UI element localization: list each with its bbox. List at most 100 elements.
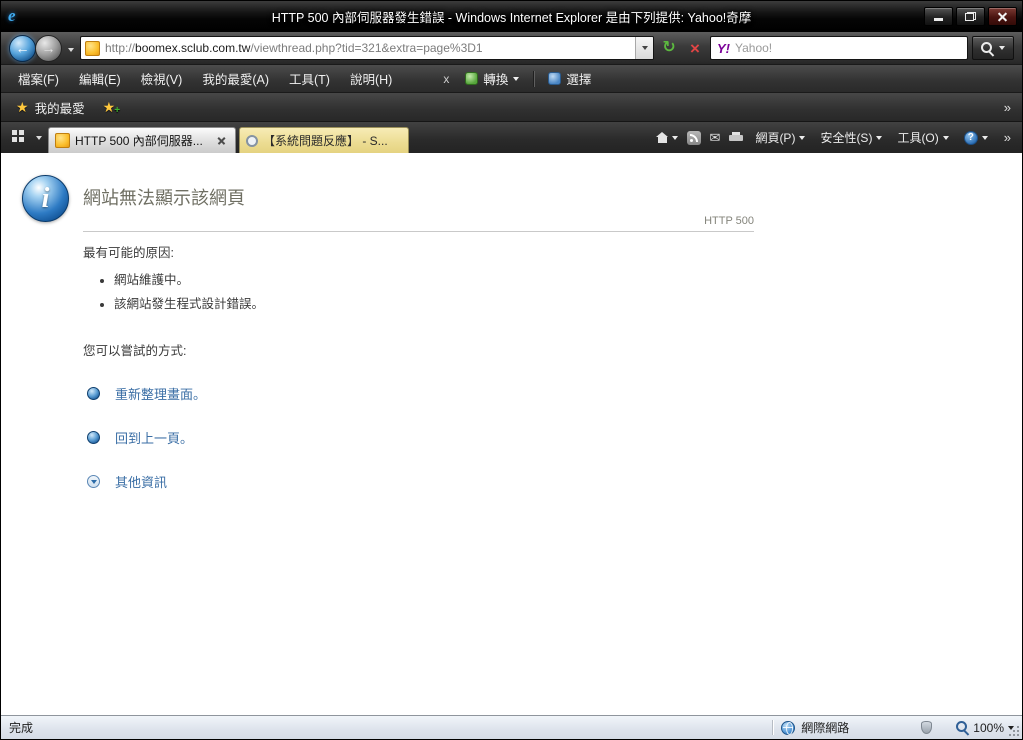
convert-button[interactable]: 轉換 [457,66,527,91]
safety-menu-button[interactable]: 安全性(S) [817,127,885,148]
add-favorite-button[interactable]: ★ + [97,97,122,118]
address-url: http://boomex.sclub.com.tw/viewthread.ph… [105,41,483,55]
window-title: HTTP 500 內部伺服器發生錯誤 - Windows Internet Ex… [1,7,1022,26]
refresh-page-link[interactable]: 重新整理畫面。 [115,384,206,403]
error-page: 網站無法顯示該網頁 HTTP 500 最有可能的原因: 網站維護中。 該網站發生… [83,153,754,491]
tools-menu-button[interactable]: 工具(O) [894,127,951,148]
chevron-down-icon [672,136,678,140]
expand-chevron-icon [87,475,100,488]
restore-icon [965,12,976,21]
favorites-bar: ★ 我的最愛 ★ + » [1,92,1022,121]
menu-view[interactable]: 檢視(V) [132,66,192,91]
minimize-button[interactable] [924,7,953,26]
http-status-code: HTTP 500 [83,215,754,227]
zone-label: 網際網路 [801,719,849,736]
chevron-down-icon [68,48,74,52]
help-icon: ? [964,131,978,145]
cause-item: 網站維護中。 [114,269,754,288]
recent-pages-dropdown[interactable] [66,39,76,57]
page-content: i 網站無法顯示該網頁 HTTP 500 最有可能的原因: 網站維護中。 該網站… [1,153,1022,715]
cause-item: 該網站發生程式設計錯誤。 [114,293,754,312]
zoom-icon [956,721,969,734]
tab-favicon-icon [246,135,258,147]
chevron-down-icon [982,136,988,140]
home-button[interactable] [656,132,678,143]
search-icon [981,42,994,55]
stop-icon: × [690,40,700,57]
help-menu-button[interactable]: ? [961,129,991,147]
print-button[interactable] [729,132,743,143]
url-domain: boomex.sclub.com.tw [135,41,250,55]
go-back-link[interactable]: 回到上一頁。 [115,428,193,447]
favorites-star-icon: ★ [16,100,29,114]
command-bar: ✉ 網頁(P) 安全性(S) 工具(O) ? » [656,122,1017,153]
quick-tabs-button[interactable] [6,126,30,150]
rss-icon [687,131,701,145]
chevron-down-icon [876,136,882,140]
chevron-down-icon [36,136,42,140]
error-heading: 網站無法顯示該網頁 [83,187,754,209]
printer-icon [729,132,743,143]
back-orb-icon [87,431,100,444]
zoom-control[interactable]: 100% [956,721,1014,735]
refresh-orb-icon [87,387,100,400]
tab-close-button[interactable] [214,133,229,148]
safety-menu-label: 安全性(S) [820,129,872,146]
info-icon: i [22,175,69,222]
tab-http500[interactable]: HTTP 500 內部伺服器... [48,127,236,153]
page-menu-button[interactable]: 網頁(P) [752,127,808,148]
close-button[interactable] [988,7,1017,26]
select-icon [548,72,561,85]
chevron-down-icon [943,136,949,140]
security-zone: 網際網路 [781,719,849,736]
address-bar[interactable]: http://boomex.sclub.com.tw/viewthread.ph… [80,36,654,60]
separator [772,720,773,735]
search-button[interactable] [972,36,1014,60]
tab-list-dropdown[interactable] [33,126,45,150]
address-dropdown[interactable] [635,37,653,59]
refresh-page-action[interactable]: 重新整理畫面。 [83,384,754,403]
try-title: 您可以嘗試的方式: [83,340,754,359]
tab-favicon-icon [55,133,70,148]
mail-button[interactable]: ✉ [710,131,721,144]
close-icon [997,11,1008,22]
resize-grip[interactable] [1007,724,1020,737]
page-favicon-icon [85,41,100,56]
status-bar: 完成 網際網路 100% [1,715,1022,739]
select-button[interactable]: 選擇 [540,66,599,91]
convert-label: 轉換 [483,69,508,88]
search-input[interactable] [735,41,961,55]
more-info-action[interactable]: 其他資訊 [83,472,754,491]
favorites-label: 我的最愛 [35,98,85,117]
causes-list: 網站維護中。 該網站發生程式設計錯誤。 [114,269,754,312]
url-scheme: http:// [105,41,135,55]
menu-tools[interactable]: 工具(T) [280,66,339,91]
go-back-action[interactable]: 回到上一頁。 [83,428,754,447]
back-arrow-icon: ← [16,40,30,56]
more-info-link[interactable]: 其他資訊 [115,472,167,491]
select-label: 選擇 [566,69,591,88]
favorites-button[interactable]: ★ 我的最愛 [8,95,93,120]
tab-system-feedback[interactable]: 【系統問題反應】 - S... [239,127,409,153]
window-controls [924,7,1017,26]
stop-button[interactable]: × [684,37,706,59]
forward-button[interactable]: → [35,35,62,62]
favorites-overflow-chevron[interactable]: » [1000,100,1015,115]
feeds-button[interactable] [687,131,701,145]
navigation-bar: ← → http://boomex.sclub.com.tw/viewthrea… [1,31,1022,64]
back-button[interactable]: ← [9,35,36,62]
yahoo-logo: Y! [717,41,730,56]
refresh-button[interactable]: ↻ [658,37,680,59]
menu-file[interactable]: 檔案(F) [9,66,68,91]
menu-help[interactable]: 說明(H) [341,66,401,91]
menu-edit[interactable]: 編輯(E) [70,66,130,91]
menu-favorites[interactable]: 我的最愛(A) [193,66,278,91]
info-letter: i [42,185,50,213]
restore-button[interactable] [956,7,985,26]
ie-logo-icon: e [8,6,16,26]
shield-icon [921,721,932,734]
toolbar-close-icon[interactable]: x [437,72,455,86]
command-overflow-chevron[interactable]: » [1000,130,1015,145]
divider [83,231,754,232]
chevron-down-icon [513,77,519,81]
